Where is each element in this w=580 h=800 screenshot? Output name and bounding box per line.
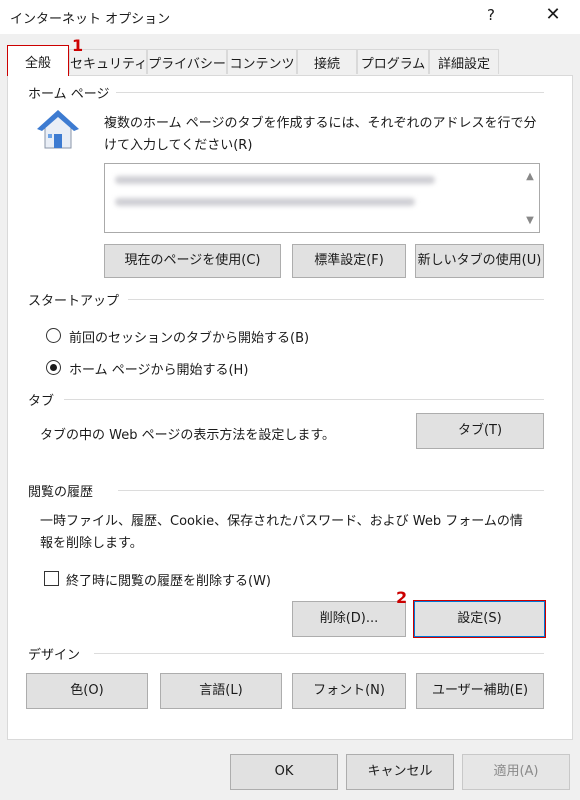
fonts-button[interactable]: フォント(N) (292, 673, 406, 709)
help-button[interactable]: ? (474, 6, 508, 28)
house-icon (36, 108, 80, 152)
tabs-group-label: タブ (28, 394, 55, 409)
cancel-button[interactable]: キャンセル (346, 754, 454, 790)
chevron-up-icon[interactable]: ▲ (523, 170, 537, 184)
tab-connections[interactable]: 接続 (297, 49, 357, 74)
callout-number-2: 2 (396, 588, 408, 607)
delete-history-on-exit-checkbox[interactable] (44, 571, 59, 586)
history-description: 一時ファイル、履歴、Cookie、保存されたパスワード、および Web フォーム… (40, 514, 523, 551)
home-page-address-list[interactable]: ▲ ▼ (104, 163, 540, 233)
startup-group-label: スタートアップ (28, 294, 120, 309)
ok-button[interactable]: OK (230, 754, 338, 790)
history-divider (118, 490, 544, 491)
chevron-down-icon[interactable]: ▼ (523, 214, 537, 228)
startup-option-home-page-label: ホーム ページから開始する(H) (69, 363, 249, 378)
startup-option-last-session-label: 前回のセッションのタブから開始する(B) (69, 331, 310, 346)
home-page-divider (116, 92, 544, 93)
use-default-button[interactable]: 標準設定(F) (292, 244, 406, 278)
tab-content[interactable]: コンテンツ (227, 49, 297, 74)
design-group-label: デザイン (28, 648, 81, 663)
close-button[interactable]: ✕ (536, 4, 570, 30)
home-page-group-label: ホーム ページ (28, 87, 110, 102)
startup-radio-home-page[interactable] (46, 360, 61, 375)
languages-button[interactable]: 言語(L) (160, 673, 282, 709)
startup-divider (128, 299, 544, 300)
history-group-label: 閲覧の履歴 (28, 485, 94, 500)
blurred-address-line (115, 198, 415, 206)
tab-programs[interactable]: プログラム (357, 49, 429, 74)
blurred-address-line (115, 176, 435, 184)
callout-number-1: 1 (72, 36, 84, 55)
tab-privacy[interactable]: プライバシー (147, 49, 227, 74)
window-title: インターネット オプション (10, 12, 171, 27)
home-page-description: 複数のホーム ページのタブを作成するには、それぞれのアドレスを行で分けて入力して… (104, 116, 537, 153)
startup-radio-last-session[interactable] (46, 328, 61, 343)
tab-general[interactable]: 全般 (7, 45, 69, 76)
colors-button[interactable]: 色(O) (26, 673, 148, 709)
tab-advanced[interactable]: 詳細設定 (429, 49, 499, 74)
tabs-description: タブの中の Web ページの表示方法を設定します。 (40, 428, 336, 443)
accessibility-button[interactable]: ユーザー補助(E) (416, 673, 544, 709)
design-divider (94, 653, 544, 654)
tabs-settings-button[interactable]: タブ(T) (416, 413, 544, 449)
tabs-divider (64, 399, 544, 400)
delete-history-on-exit-label: 終了時に閲覧の履歴を削除する(W) (66, 574, 271, 589)
radio-selected-dot (50, 364, 57, 371)
use-current-button[interactable]: 現在のページを使用(C) (104, 244, 281, 278)
history-settings-button[interactable]: 設定(S) (413, 600, 546, 638)
apply-button[interactable]: 適用(A) (462, 754, 570, 790)
delete-history-button[interactable]: 削除(D)... (292, 601, 406, 637)
use-new-tab-button[interactable]: 新しいタブの使用(U) (415, 244, 544, 278)
